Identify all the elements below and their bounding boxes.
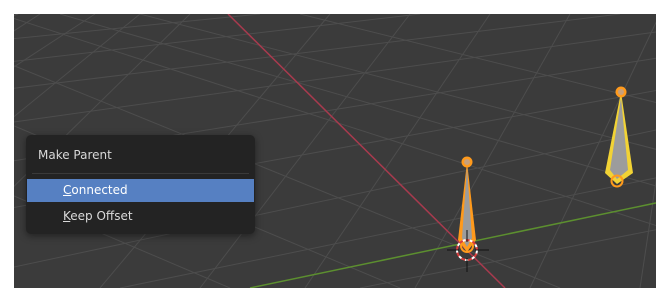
- make-parent-menu: Make Parent Connected Keep Offset: [26, 135, 255, 234]
- menu-item-label: eep Offset: [70, 209, 133, 223]
- menu-item-connected[interactable]: Connected: [27, 179, 254, 202]
- menu-separator: [32, 173, 249, 174]
- menu-item-label: onnected: [71, 183, 128, 197]
- menu-item-keep-offset[interactable]: Keep Offset: [27, 205, 254, 228]
- menu-title: Make Parent: [38, 148, 112, 162]
